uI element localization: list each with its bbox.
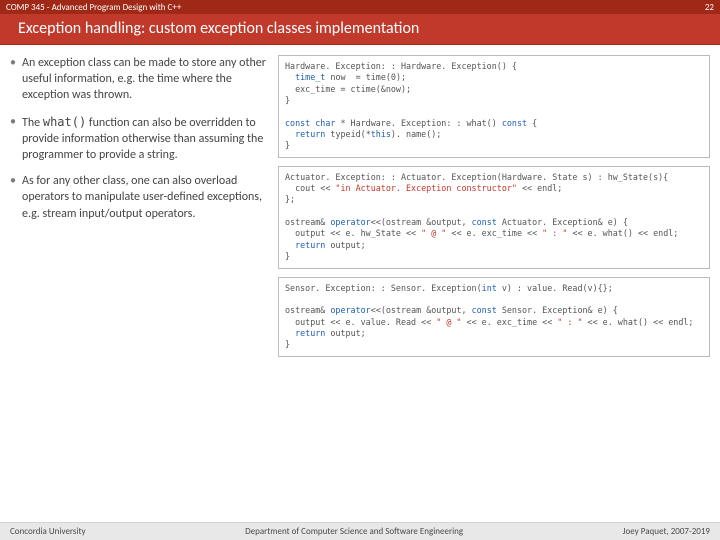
- footer-right: Joey Paquet, 2007-2019: [623, 526, 710, 537]
- slide-title: Exception handling: custom exception cla…: [0, 14, 720, 45]
- code-column: Hardware. Exception: : Hardware. Excepti…: [278, 55, 710, 357]
- code-block: Hardware. Exception: : Hardware. Excepti…: [278, 55, 710, 158]
- bullet-list: An exception class can be made to store …: [10, 55, 270, 357]
- bullet-item: The what() function can also be overridd…: [10, 114, 270, 164]
- page-number: 22: [705, 2, 714, 13]
- bullet-text: An exception class can be made to store …: [22, 56, 266, 102]
- footer-left: Concordia University: [10, 526, 86, 537]
- bullet-text: As for any other class, one can also ove…: [22, 174, 262, 220]
- footer-center: Department of Computer Science and Softw…: [245, 526, 463, 537]
- footer-bar: Concordia University Department of Compu…: [0, 522, 720, 540]
- bullet-item: As for any other class, one can also ove…: [10, 173, 270, 222]
- bullet-item: An exception class can be made to store …: [10, 55, 270, 104]
- code-block: Sensor. Exception: : Sensor. Exception(i…: [278, 277, 710, 357]
- header-bar: COMP 345 - Advanced Program Design with …: [0, 0, 720, 14]
- content-area: An exception class can be made to store …: [0, 45, 720, 357]
- bullet-code: what(): [43, 115, 86, 129]
- code-block: Actuator. Exception: : Actuator. Excepti…: [278, 166, 710, 269]
- bullet-text-pre: The: [22, 116, 43, 130]
- course-label: COMP 345 - Advanced Program Design with …: [6, 2, 181, 13]
